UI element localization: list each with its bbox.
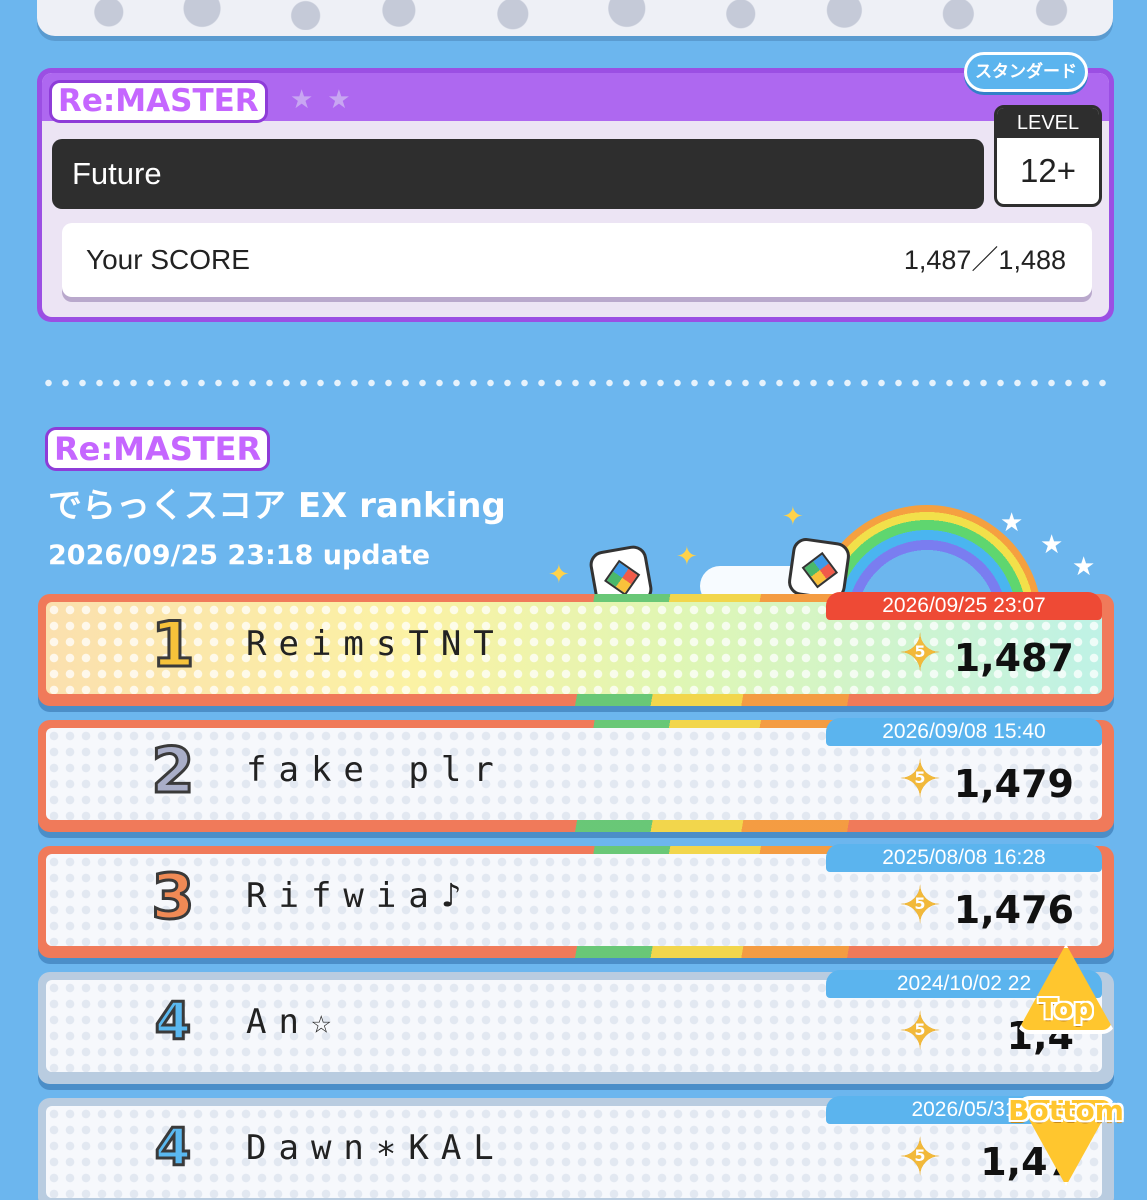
ranking-row[interactable]: 3 Rifwia♪ 2025/08/08 16:28 ✦ 5 1,476 <box>38 844 1114 958</box>
sparkle-icon: ★ <box>1040 530 1064 560</box>
your-score-value: 1,487／1,488 <box>903 245 1066 275</box>
dx-star-icon: ✦ 5 <box>894 628 946 680</box>
dx-score: 1,487 <box>953 636 1074 680</box>
ranking-title: でらっくスコア EX ranking <box>48 486 506 526</box>
player-name: fake plr <box>246 750 506 790</box>
dx-star-count: 5 <box>914 768 926 787</box>
play-date: 2026/09/08 15:40 <box>826 718 1102 746</box>
song-title: Future <box>52 139 984 209</box>
difficulty-badge: Re:MASTER <box>52 83 265 120</box>
character-silhouettes <box>57 0 1093 30</box>
scroll-bottom-label: Bottom <box>1008 1094 1124 1127</box>
player-name: Rifwia♪ <box>246 876 474 916</box>
ranking-difficulty-badge: Re:MASTER <box>48 430 268 468</box>
scroll-top-button[interactable]: Top <box>1006 944 1126 1044</box>
player-name: ReimsTNT <box>246 624 506 664</box>
dx-star-icon: ✦ 5 <box>894 1006 946 1058</box>
sparkle-icon: ★ <box>1072 552 1096 582</box>
sparkle-icon: ✦ <box>548 560 570 590</box>
player-name: An☆ <box>246 1002 344 1042</box>
dotted-divider <box>40 378 1110 388</box>
play-date: 2026/09/25 23:07 <box>826 592 1102 620</box>
song-card-inner: Re:MASTER ★★ Future LEVEL 12+ Your SCORE… <box>42 73 1109 317</box>
scroll-bottom-button[interactable]: Bottom <box>998 1072 1134 1192</box>
rank-number: 1 <box>150 607 196 683</box>
ranking-row[interactable]: 1 ReimsTNT 2026/09/25 23:07 ✦ 5 1,487 <box>38 592 1114 706</box>
sparkle-icon: ✦ <box>676 542 698 572</box>
your-score-box: Your SCORE 1,487／1,488 <box>62 223 1092 297</box>
top-banner <box>37 0 1113 36</box>
player-name: Dawn∗KAL <box>246 1128 506 1168</box>
chart-type-tab[interactable]: スタンダード <box>964 52 1088 92</box>
scroll-top-label: Top <box>1038 992 1094 1025</box>
your-score-label: Your SCORE <box>86 244 250 275</box>
difficulty-stars-icon: ★★ <box>290 85 365 115</box>
dx-star-count: 5 <box>914 894 926 913</box>
sparkle-icon: ★ <box>1000 508 1024 538</box>
rank-number: 3 <box>150 859 196 935</box>
rank-number: 4 <box>153 991 192 1054</box>
level-box: LEVEL 12+ <box>994 105 1102 207</box>
sparkle-icon: ✦ <box>782 502 804 532</box>
dx-score: 1,479 <box>953 762 1074 806</box>
dx-star-count: 5 <box>914 1020 926 1039</box>
play-date: 2025/08/08 16:28 <box>826 844 1102 872</box>
level-value: 12+ <box>1020 152 1076 189</box>
ranking-row[interactable]: 2 fake plr 2026/09/08 15:40 ✦ 5 1,479 <box>38 718 1114 832</box>
level-label: LEVEL <box>997 108 1099 138</box>
dx-star-count: 5 <box>914 642 926 661</box>
dx-star-count: 5 <box>914 1146 926 1165</box>
ranking-updated: 2026/09/25 23:18 update <box>48 540 431 571</box>
song-card: Re:MASTER ★★ Future LEVEL 12+ Your SCORE… <box>37 52 1114 322</box>
rank-number: 2 <box>150 733 196 809</box>
rank-number: 4 <box>153 1117 192 1180</box>
dx-star-icon: ✦ 5 <box>894 880 946 932</box>
dx-star-icon: ✦ 5 <box>894 1132 946 1184</box>
ranking-row[interactable]: 4 An☆ 2024/10/02 22 ✦ 5 1,4 <box>38 970 1114 1084</box>
dx-score: 1,476 <box>953 888 1074 932</box>
dx-star-icon: ✦ 5 <box>894 754 946 806</box>
ranking-row[interactable]: 4 Dawn∗KAL 2026/05/31 ✦ 5 1,47 <box>38 1096 1114 1200</box>
